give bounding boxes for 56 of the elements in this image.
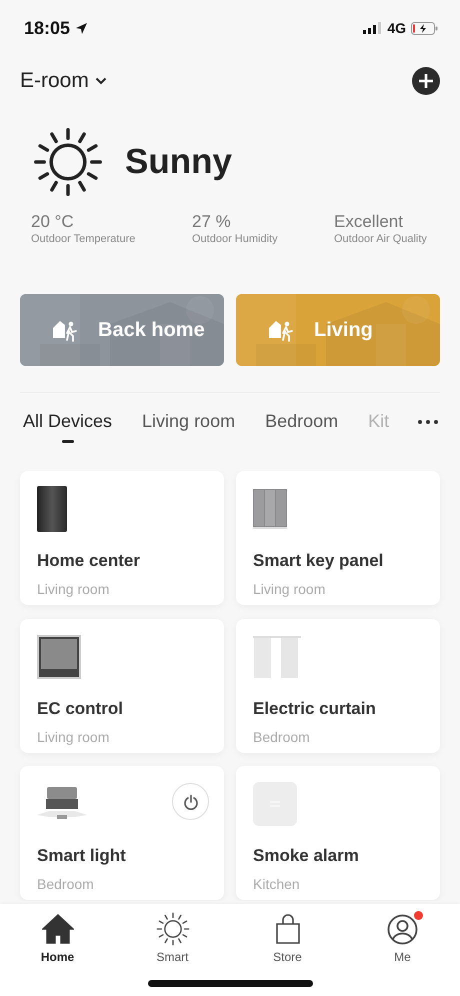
battery-charging-icon — [411, 22, 438, 34]
device-name: Smoke alarm — [253, 846, 360, 866]
room-tab[interactable]: All Devices — [23, 411, 112, 443]
device-room: Kitchen — [253, 876, 301, 892]
weather-condition: Sunny — [125, 142, 232, 182]
device-name: EC control — [37, 698, 124, 719]
add-button[interactable] — [412, 67, 440, 95]
nav-tab[interactable]: Home — [0, 904, 115, 964]
nav-tab[interactable]: Smart — [115, 904, 230, 964]
weather-value: Excellent — [334, 212, 404, 232]
room-tab[interactable]: Living room — [142, 411, 236, 443]
device-card[interactable]: Home center Living room — [20, 471, 224, 605]
device-name: Electric curtain — [253, 698, 377, 719]
home-selector[interactable]: E-room — [20, 69, 107, 93]
device-room: Living room — [37, 581, 110, 597]
curtain-icon — [253, 636, 301, 678]
more-icon[interactable] — [418, 420, 438, 424]
nav-tab[interactable]: Store — [230, 904, 345, 964]
walk-home-icon — [268, 318, 294, 342]
device-card[interactable]: Electric curtain Bedroom — [236, 618, 440, 753]
profile-icon — [387, 914, 418, 944]
weather-value: 20 °C — [31, 212, 75, 232]
weather-value: 27 % — [192, 212, 232, 232]
device-name: Home center — [37, 551, 141, 571]
network-label: 4G — [387, 20, 406, 36]
device-room: Living room — [37, 728, 110, 745]
tower-device-icon — [37, 486, 67, 532]
power-icon — [182, 794, 198, 810]
device-room: Living room — [253, 581, 326, 597]
power-button[interactable] — [172, 783, 209, 820]
device-room: Bedroom — [253, 728, 311, 745]
sun-icon — [33, 127, 103, 197]
weather-label: Outdoor Humidity — [192, 233, 279, 245]
device-name: Smart key panel — [253, 551, 384, 571]
device-card[interactable]: Smart key panel Living room — [236, 471, 440, 605]
device-room: Bedroom — [37, 876, 95, 892]
signal-icon — [363, 22, 382, 34]
device-card[interactable]: EC control Living room — [20, 618, 224, 753]
location-arrow-icon — [75, 22, 88, 34]
walk-home-icon — [52, 318, 78, 342]
nav-tab[interactable]: Me — [345, 904, 460, 964]
plus-icon — [418, 73, 434, 89]
ceiling-light-icon — [37, 787, 87, 822]
device-name: Smart light — [37, 846, 127, 866]
clock-time: 18:05 — [24, 18, 70, 38]
shopping-bag-icon — [274, 914, 300, 944]
screen-device-icon — [37, 634, 81, 679]
chevron-down-icon — [94, 77, 107, 85]
device-card[interactable]: Smoke alarm Kitchen — [236, 766, 440, 900]
weather-label: Outdoor Air Quality — [334, 233, 428, 245]
device-card[interactable]: Smart light Bedroom — [20, 766, 224, 900]
switch-panel-icon — [253, 489, 287, 529]
weather-label: Outdoor Temperature — [31, 233, 136, 245]
home-icon — [42, 914, 74, 944]
sun-icon — [156, 912, 190, 946]
room-tab[interactable]: Bedroom — [265, 411, 338, 443]
